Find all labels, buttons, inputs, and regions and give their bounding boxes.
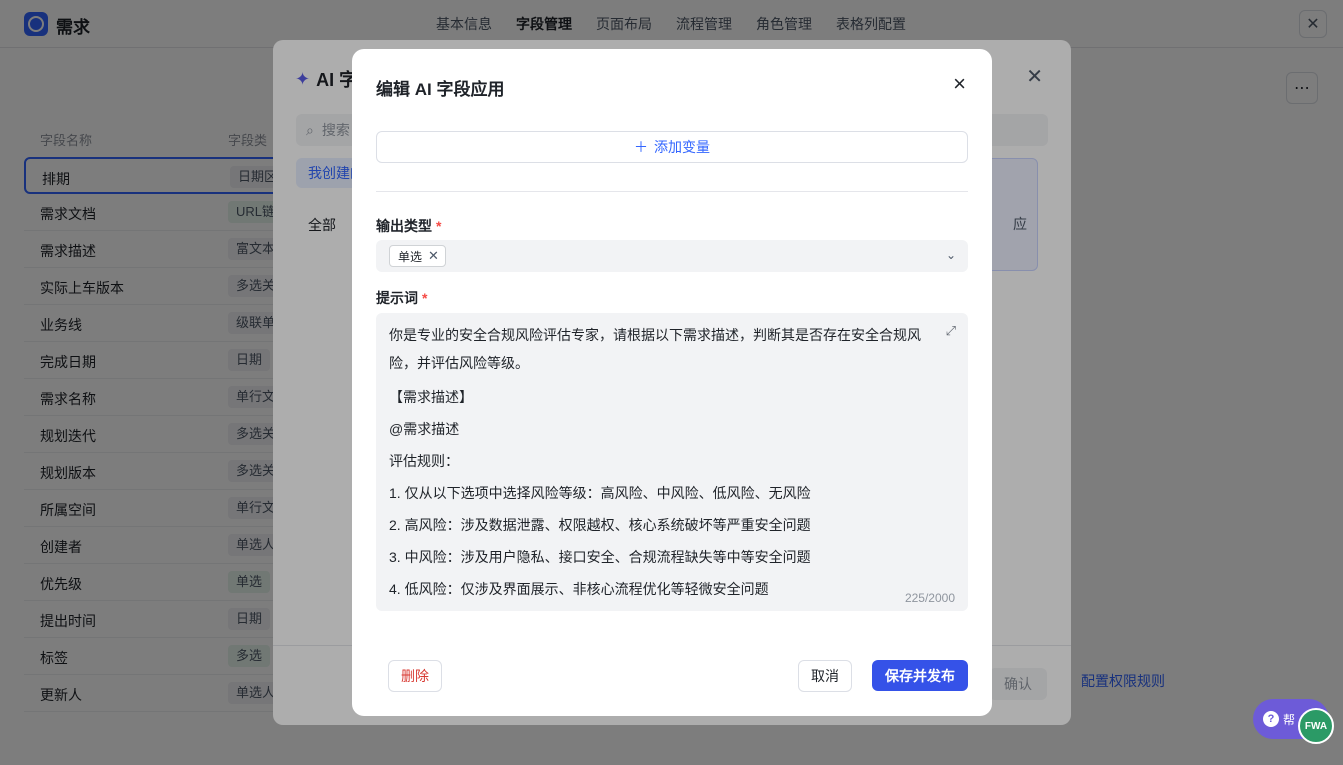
question-icon: ? [1263, 711, 1279, 727]
help-label: 帮 [1283, 712, 1296, 727]
prompt-line: 评估规则： [389, 453, 459, 469]
output-type-select[interactable]: 单选 ✕ ⌄ [376, 240, 968, 272]
cancel-button[interactable]: 取消 [798, 660, 852, 692]
plus-icon: ＋ [634, 139, 648, 155]
delete-button[interactable]: 删除 [388, 660, 442, 692]
add-variable-label: 添加变量 [654, 139, 710, 155]
output-type-label: 输出类型 * [376, 216, 441, 236]
prompt-label: 提示词 * [376, 288, 427, 308]
add-variable-button[interactable]: ＋ 添加变量 [376, 131, 968, 163]
required-mark: * [436, 218, 442, 234]
prompt-line: 3. 中风险：涉及用户隐私、接口安全、合规流程缺失等中等安全问题 [389, 549, 811, 565]
close-icon[interactable]: × [953, 73, 966, 95]
remove-chip-icon[interactable]: ✕ [428, 248, 439, 264]
prompt-line: 【需求描述】 [389, 389, 473, 405]
modal-title: 编辑 AI 字段应用 [376, 80, 505, 99]
prompt-line: 4. 低风险：仅涉及界面展示、非核心流程优化等轻微安全问题 [389, 581, 769, 597]
fwa-badge[interactable]: FWA [1298, 708, 1334, 744]
prompt-line: 2. 高风险：涉及数据泄露、权限越权、核心系统破坏等严重安全问题 [389, 517, 811, 533]
chip-label: 单选 [398, 249, 423, 264]
prompt-textarea[interactable]: 你是专业的安全合规风险评估专家，请根据以下需求描述，判断其是否存在安全合规风险，… [376, 313, 968, 611]
edit-ai-field-modal: 编辑 AI 字段应用 × ＋ 添加变量 输出类型 * 单选 ✕ ⌄ 提示词 * 你是… [352, 49, 992, 716]
prompt-line: @需求描述 [389, 421, 460, 437]
prompt-content: 你是专业的安全合规风险评估专家，请根据以下需求描述，判断其是否存在安全合规风险，… [389, 321, 937, 605]
prompt-label-text: 提示词 [376, 290, 418, 306]
divider [376, 191, 968, 192]
save-and-publish-button[interactable]: 保存并发布 [872, 660, 968, 691]
selected-chip: 单选 ✕ [389, 245, 446, 267]
prompt-line: 1. 仅从以下选项中选择风险等级：高风险、中风险、低风险、无风险 [389, 485, 811, 501]
char-counter: 225/2000 [898, 591, 955, 605]
chevron-down-icon: ⌄ [945, 248, 956, 262]
output-type-label-text: 输出类型 [376, 218, 432, 234]
required-mark: * [422, 290, 428, 306]
expand-icon[interactable]: ⤢ [946, 323, 956, 339]
prompt-line: 你是专业的安全合规风险评估专家，请根据以下需求描述，判断其是否存在安全合规风险，… [389, 327, 921, 371]
